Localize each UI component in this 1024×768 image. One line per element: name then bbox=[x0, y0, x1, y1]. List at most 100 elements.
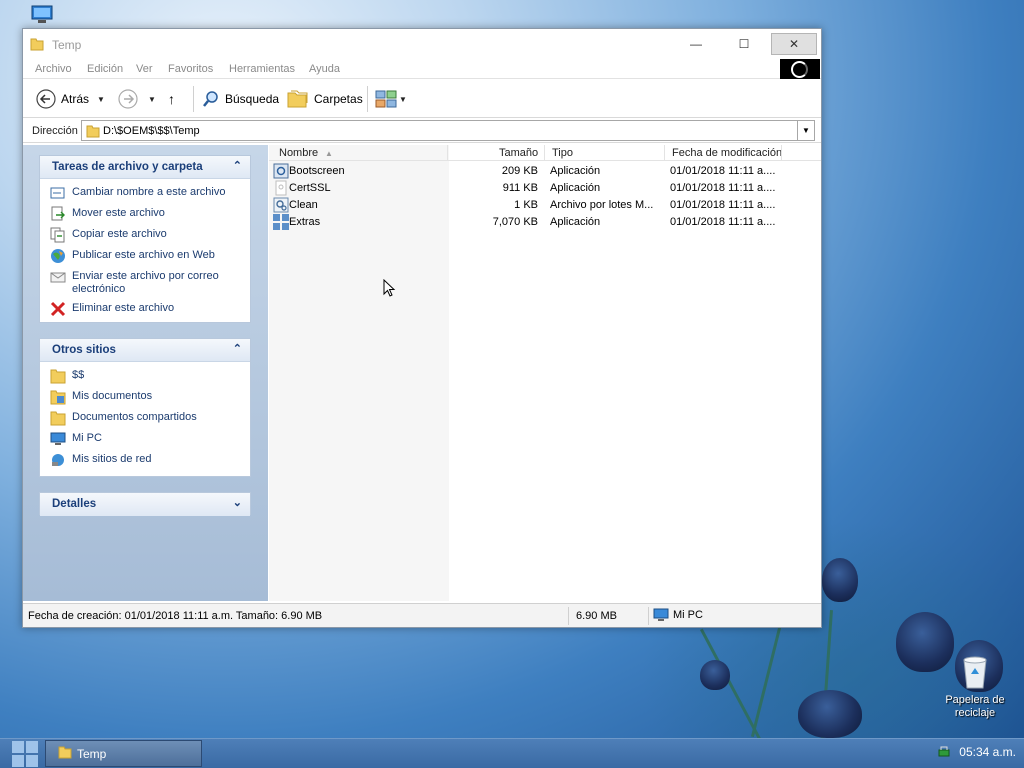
folder-icon bbox=[30, 37, 44, 54]
column-header-type[interactable]: Tipo bbox=[552, 147, 573, 159]
file-row-extras[interactable]: Extras 7,070 KB Aplicación 01/01/2018 11… bbox=[269, 214, 821, 231]
place-my-pc[interactable]: Mi PC bbox=[50, 431, 250, 447]
task-label: Cambiar nombre a este archivo bbox=[72, 186, 226, 198]
task-rename[interactable]: Cambiar nombre a este archivo bbox=[50, 185, 250, 201]
panel-header[interactable]: Tareas de archivo y carpeta ⌃ bbox=[40, 156, 250, 179]
folders-icon bbox=[287, 90, 308, 108]
file-row-bootscreen[interactable]: Bootscreen 209 KB Aplicación 01/01/2018 … bbox=[269, 163, 821, 180]
menu-archivo[interactable]: Archivo bbox=[35, 63, 72, 75]
throbber-ring-icon bbox=[791, 61, 808, 78]
file-type: Aplicación bbox=[550, 165, 601, 177]
task-move[interactable]: Mover este archivo bbox=[50, 206, 250, 222]
place-dollar-folder[interactable]: $$ bbox=[50, 368, 250, 384]
column-divider[interactable] bbox=[781, 145, 782, 161]
panel-header[interactable]: Otros sitios ⌃ bbox=[40, 339, 250, 362]
address-field[interactable]: D:\$OEM$\$$\Temp ▼ bbox=[81, 120, 815, 141]
file-date: 01/01/2018 11:11 a.... bbox=[670, 182, 776, 194]
file-folder-tasks-panel: Tareas de archivo y carpeta ⌃ Cambiar no… bbox=[39, 155, 251, 323]
back-button[interactable]: Atrás bbox=[36, 88, 89, 110]
my-computer-desktop-icon[interactable] bbox=[30, 4, 54, 26]
file-list[interactable]: Nombre ▲ Tamaño Tipo Fecha de modificaci… bbox=[269, 145, 821, 601]
menu-herramientas[interactable]: Herramientas bbox=[229, 63, 295, 75]
address-value: D:\$OEM$\$$\Temp bbox=[103, 125, 200, 137]
delete-icon bbox=[50, 301, 66, 317]
forward-button[interactable] bbox=[118, 88, 138, 110]
file-size: 911 KB bbox=[502, 182, 538, 194]
folder-icon bbox=[58, 745, 72, 762]
copy-icon bbox=[50, 227, 65, 243]
collapse-chevron-icon[interactable]: ⌃ bbox=[233, 159, 242, 172]
views-button[interactable]: ▼ bbox=[375, 88, 407, 110]
column-divider[interactable] bbox=[544, 145, 545, 161]
place-shared-documents[interactable]: Documentos compartidos bbox=[50, 410, 250, 426]
task-label: Mover este archivo bbox=[72, 207, 165, 219]
folders-button[interactable]: Carpetas bbox=[287, 88, 363, 110]
expand-chevron-icon[interactable]: ⌄ bbox=[233, 496, 242, 509]
recycle-bin[interactable]: Papelera de reciclaje bbox=[938, 654, 1012, 720]
maximize-button[interactable]: ☐ bbox=[721, 33, 767, 55]
status-text: Fecha de creación: 01/01/2018 11:11 a.m.… bbox=[28, 610, 323, 622]
task-delete[interactable]: Eliminar este archivo bbox=[50, 301, 250, 317]
panel-header[interactable]: Detalles ⌄ bbox=[40, 493, 250, 516]
wallpaper-flower bbox=[798, 690, 862, 738]
recycle-bin-label: Papelera de reciclaje bbox=[945, 694, 1005, 719]
start-button[interactable] bbox=[12, 741, 38, 767]
menu-edicion[interactable]: Edición bbox=[87, 63, 123, 75]
place-my-documents[interactable]: Mis documentos bbox=[50, 389, 250, 405]
minimize-button[interactable]: — bbox=[673, 33, 719, 55]
column-divider[interactable] bbox=[664, 145, 665, 161]
file-name: CertSSL bbox=[289, 182, 331, 194]
safely-remove-hardware-icon[interactable] bbox=[937, 745, 951, 759]
back-label: Atrás bbox=[61, 92, 90, 106]
toolbar: Atrás ▼ ▼ ↑ Búsqueda Carpetas ▼ bbox=[23, 80, 821, 118]
status-location: Mi PC bbox=[653, 608, 703, 622]
file-row-certssl[interactable]: CertSSL 911 KB Aplicación 01/01/2018 11:… bbox=[269, 180, 821, 197]
column-header-name[interactable]: Nombre bbox=[279, 147, 318, 159]
task-email[interactable]: Enviar este archivo por correo electróni… bbox=[50, 269, 250, 296]
task-pane: Tareas de archivo y carpeta ⌃ Cambiar no… bbox=[23, 145, 268, 601]
task-label: Publicar este archivo en Web bbox=[72, 249, 215, 261]
folder-icon bbox=[50, 411, 66, 426]
place-label: Documentos compartidos bbox=[72, 411, 197, 423]
column-divider[interactable] bbox=[447, 145, 448, 161]
views-dropdown-icon: ▼ bbox=[399, 94, 407, 104]
task-copy[interactable]: Copiar este archivo bbox=[50, 227, 250, 243]
back-dropdown-icon[interactable]: ▼ bbox=[97, 88, 105, 110]
forward-dropdown-icon[interactable]: ▼ bbox=[148, 88, 156, 110]
column-header-date[interactable]: Fecha de modificación bbox=[672, 147, 782, 159]
tray-clock[interactable]: 05:34 a.m. bbox=[959, 745, 1016, 759]
views-icon bbox=[375, 90, 397, 108]
other-places-panel: Otros sitios ⌃ $$ Mis documentos Documen… bbox=[39, 338, 251, 477]
taskbar-item-temp[interactable]: Temp bbox=[45, 740, 202, 767]
wallpaper-flower bbox=[700, 660, 730, 690]
close-button[interactable]: ✕ bbox=[771, 33, 817, 55]
status-location-label: Mi PC bbox=[673, 609, 703, 621]
collapse-chevron-icon[interactable]: ⌃ bbox=[233, 342, 242, 355]
mouse-pointer-icon bbox=[383, 279, 396, 297]
window-title: Temp bbox=[52, 38, 82, 52]
file-date: 01/01/2018 11:11 a.... bbox=[670, 216, 776, 228]
search-button[interactable]: Búsqueda bbox=[202, 88, 279, 110]
place-label: Mis documentos bbox=[72, 390, 153, 402]
certificate-icon bbox=[275, 180, 287, 196]
email-icon bbox=[50, 272, 66, 283]
address-label: Dirección bbox=[32, 125, 78, 137]
batch-file-icon bbox=[273, 197, 289, 213]
menu-ver[interactable]: Ver bbox=[136, 63, 153, 75]
column-header-size[interactable]: Tamaño bbox=[499, 147, 538, 159]
file-type: Aplicación bbox=[550, 182, 601, 194]
column-header-row: Nombre ▲ Tamaño Tipo Fecha de modificaci… bbox=[269, 145, 821, 161]
place-network[interactable]: Mis sitios de red bbox=[50, 452, 250, 468]
place-label: $$ bbox=[72, 369, 85, 381]
task-label: Copiar este archivo bbox=[72, 228, 167, 240]
file-size: 7,070 KB bbox=[492, 216, 538, 228]
up-arrow-icon[interactable]: ↑ bbox=[168, 88, 175, 110]
app-icon bbox=[273, 163, 289, 179]
windows-logo-tile bbox=[26, 755, 38, 767]
menu-ayuda[interactable]: Ayuda bbox=[309, 63, 340, 75]
menu-favoritos[interactable]: Favoritos bbox=[168, 63, 213, 75]
file-row-clean[interactable]: Clean 1 KB Archivo por lotes M... 01/01/… bbox=[269, 197, 821, 214]
title-bar[interactable]: Temp — ☐ ✕ bbox=[23, 29, 821, 59]
task-publish-web[interactable]: Publicar este archivo en Web bbox=[50, 248, 250, 264]
address-dropdown-icon[interactable]: ▼ bbox=[797, 121, 814, 140]
